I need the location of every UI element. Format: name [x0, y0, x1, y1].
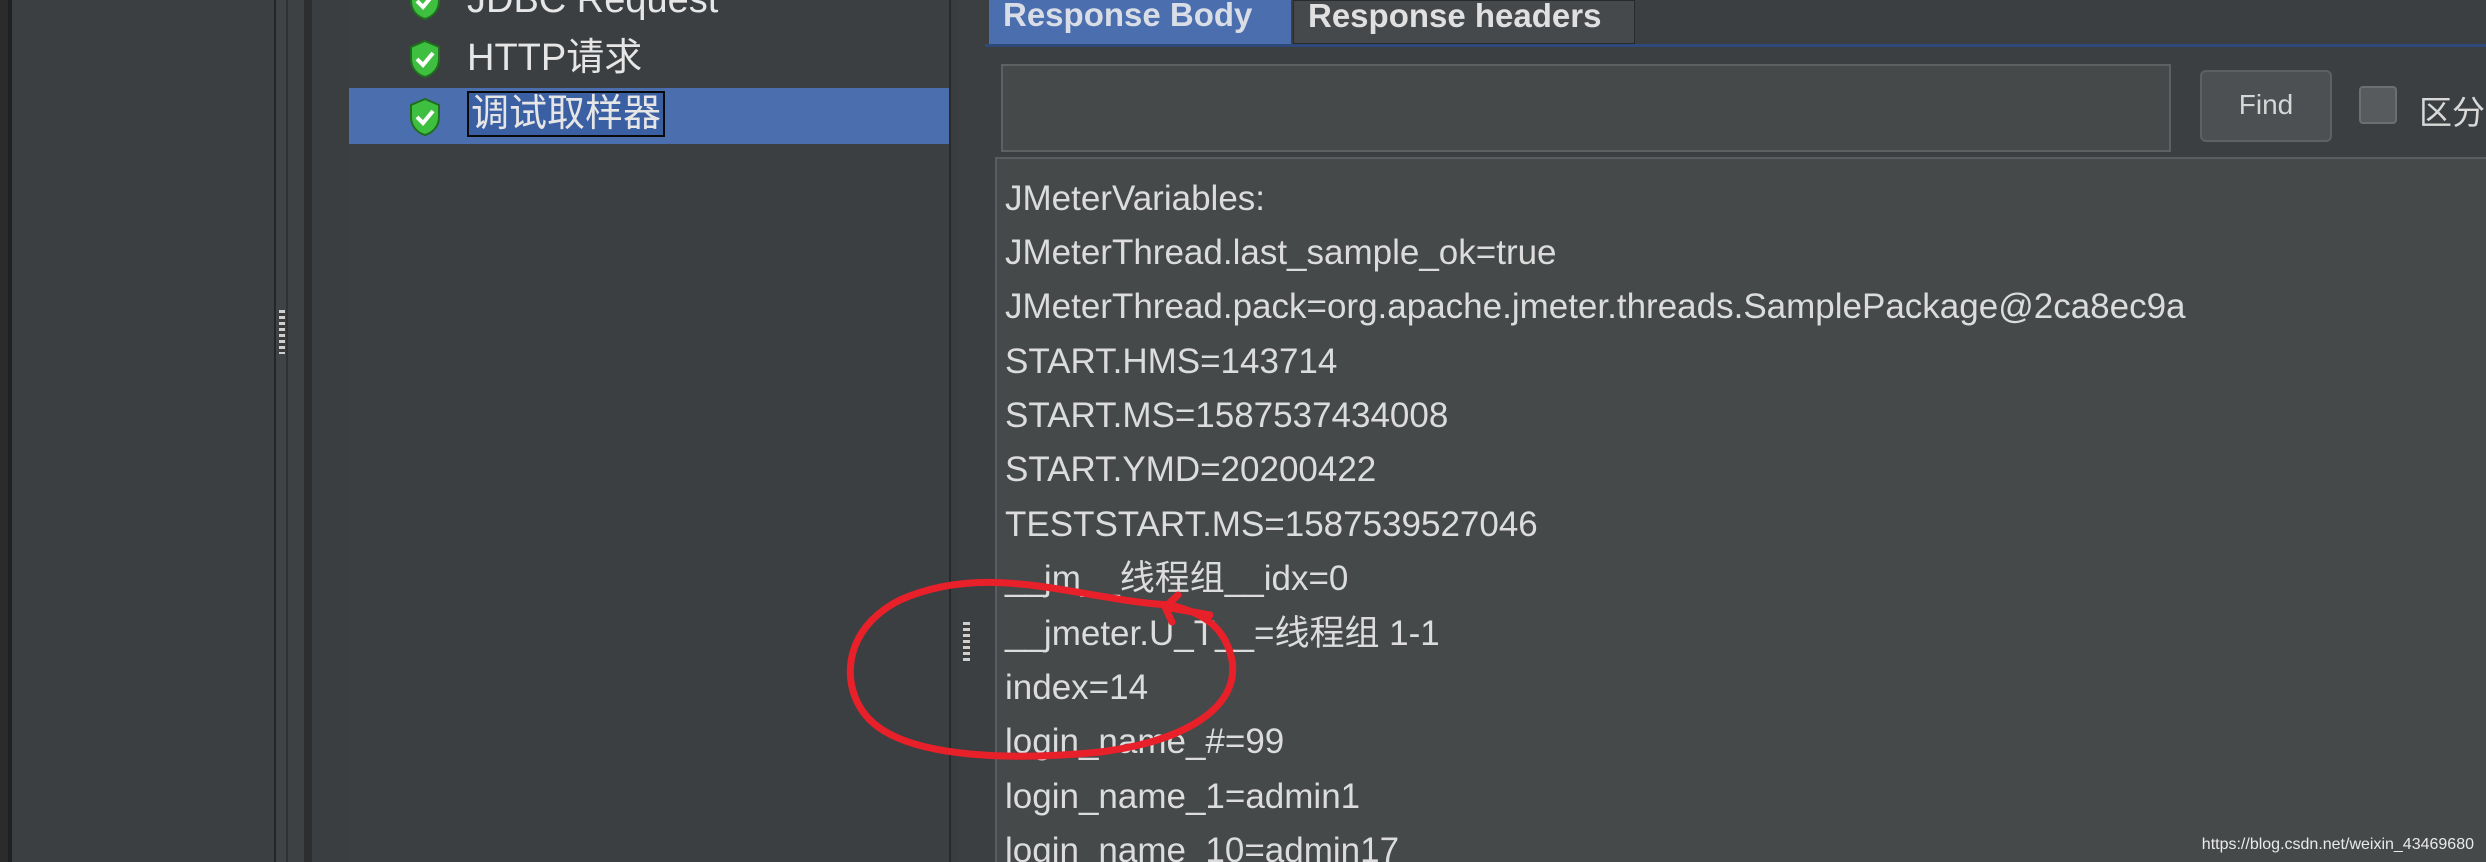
response-line: __jmeter.U_T__=线程组 1-1 — [1005, 614, 1440, 653]
panel-gap — [288, 0, 304, 862]
jmeter-window: JDBC Request HTTP请求 调试取样器 Response Body … — [0, 0, 2486, 862]
response-line: __jm__线程组__idx=0 — [1005, 559, 1349, 598]
tree-item-jdbc-request[interactable]: JDBC Request — [349, 0, 949, 28]
response-line: login_name_10=admin17 — [1005, 831, 1400, 862]
tree-item-label: HTTP请求 — [467, 37, 643, 79]
response-line: JMeterThread.pack=org.apache.jmeter.thre… — [1005, 287, 2186, 326]
response-line: login_name_#=99 — [1005, 722, 1285, 761]
left-panel — [12, 0, 274, 862]
case-sensitive-label: 区分 — [2419, 94, 2485, 131]
search-input[interactable] — [1001, 64, 2171, 152]
check-shield-icon — [410, 39, 440, 79]
tab-response-body[interactable]: Response Body — [989, 0, 1291, 44]
tree-item-http-request[interactable]: HTTP请求 — [349, 30, 949, 86]
response-line: START.MS=1587537434008 — [1005, 396, 1449, 435]
response-tabbar: Response Body Response headers — [985, 0, 2486, 47]
left-edge-strip — [0, 0, 8, 862]
tab-response-headers[interactable]: Response headers — [1293, 0, 1635, 44]
response-line: JMeterThread.last_sample_ok=true — [1005, 233, 1557, 272]
search-row: Find 区分 — [985, 56, 2486, 156]
test-plan-tree: JDBC Request HTTP请求 调试取样器 — [349, 0, 949, 862]
splitter-grip-icon[interactable] — [279, 310, 285, 354]
check-shield-icon — [410, 97, 440, 137]
tree-gutter — [312, 0, 349, 862]
result-viewer-panel: Response Body Response headers Find 区分 J… — [985, 0, 2486, 862]
response-line: index=14 — [1005, 668, 1149, 707]
tree-item-label: 调试取样器 — [467, 91, 666, 137]
case-sensitive-checkbox[interactable] — [2359, 86, 2397, 124]
tree-item-label: JDBC Request — [467, 0, 719, 21]
response-line: START.YMD=20200422 — [1005, 450, 1377, 489]
response-line: JMeterVariables: — [1005, 179, 1266, 218]
left-splitter[interactable] — [274, 0, 288, 862]
response-body-text[interactable]: JMeterVariables: JMeterThread.last_sampl… — [995, 157, 2486, 862]
response-line: login_name_1=admin1 — [1005, 777, 1361, 816]
check-shield-icon — [410, 0, 440, 21]
tree-item-debug-sampler[interactable]: 调试取样器 — [349, 88, 949, 144]
find-button[interactable]: Find — [2200, 70, 2332, 142]
response-line: START.HMS=143714 — [1005, 342, 1338, 381]
main-splitter[interactable] — [949, 0, 959, 862]
watermark: https://blog.csdn.net/weixin_43469680 — [2201, 836, 2474, 853]
response-line: TESTSTART.MS=1587539527046 — [1005, 505, 1538, 544]
splitter-grip-icon[interactable] — [963, 622, 970, 662]
panel-gap-border — [304, 0, 312, 862]
